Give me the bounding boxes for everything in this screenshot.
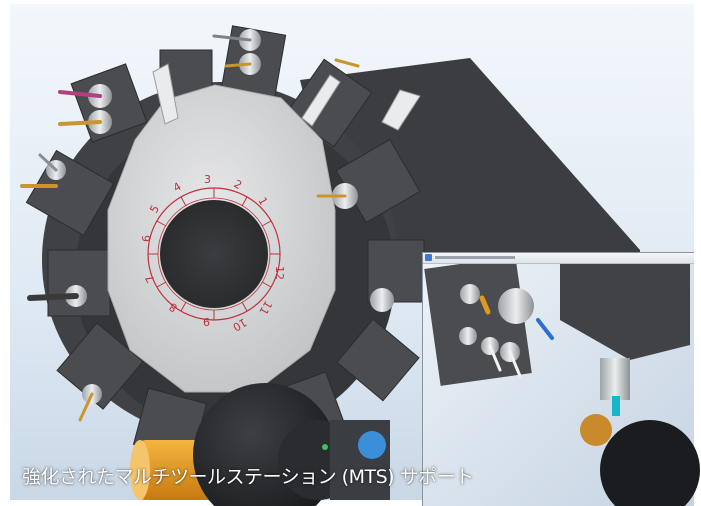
station-number-12: 12 xyxy=(273,266,286,280)
status-dot xyxy=(322,444,328,450)
gear xyxy=(358,431,386,459)
viewport[interactable]: 1 2 3 4 5 6 7 8 9 10 11 12 強化されたマルチツールステ… xyxy=(0,0,701,506)
caption-text: 強化されたマルチツールステーション (MTS) サポート xyxy=(22,466,474,488)
inset-titlebar[interactable] xyxy=(423,253,694,264)
app-icon xyxy=(425,254,432,261)
station-number-9: 9 xyxy=(203,315,210,328)
station-number-6: 6 xyxy=(140,235,153,242)
station-number-3: 3 xyxy=(204,173,211,186)
inset-title-placeholder xyxy=(435,256,515,259)
turret-bore xyxy=(160,200,268,308)
